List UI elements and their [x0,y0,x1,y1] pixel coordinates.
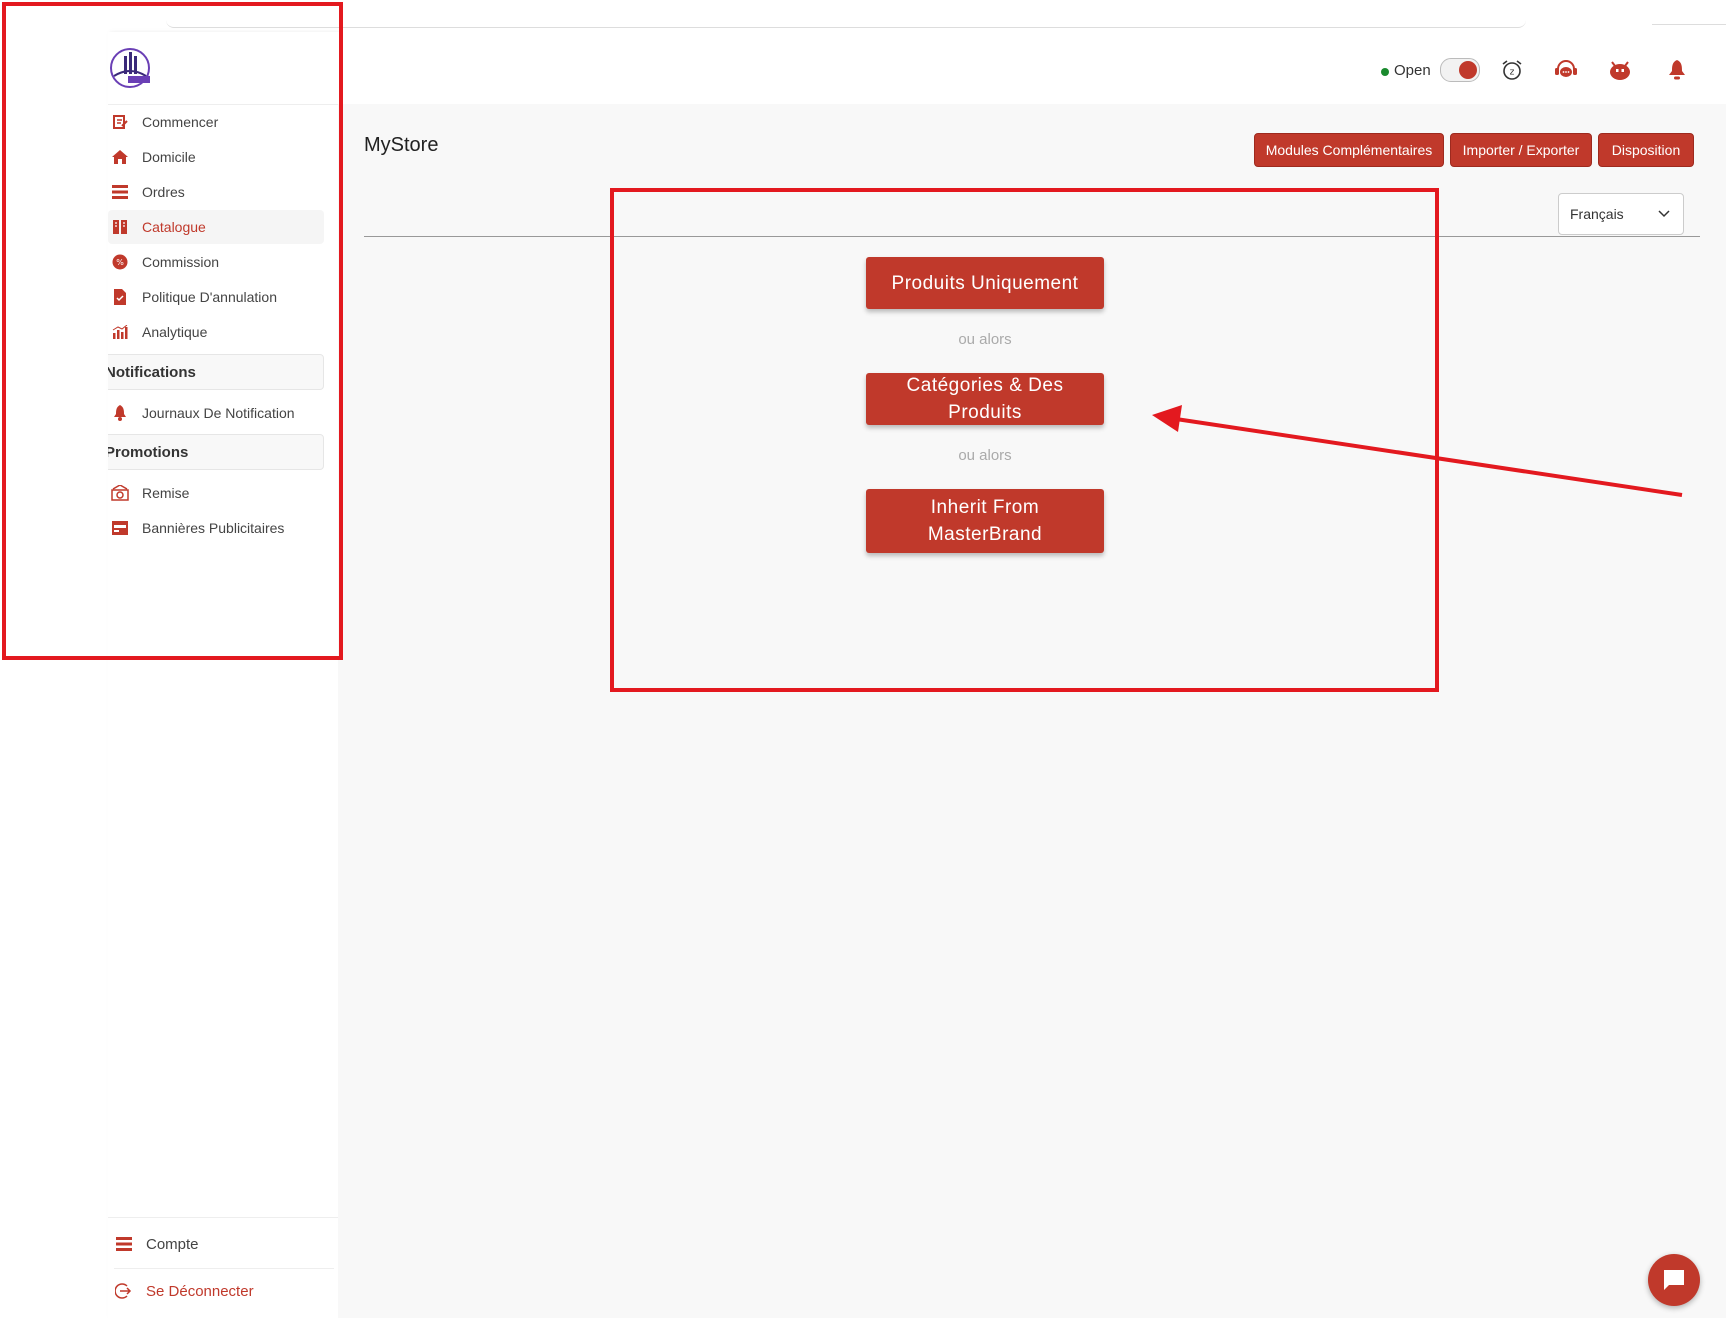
sidebar-item-compte[interactable]: Compte [114,1229,199,1259]
sidebar-bottom-separator [114,1268,334,1269]
language-value: Français [1570,206,1624,222]
bell-icon[interactable] [1663,56,1691,84]
toggle-knob [1459,61,1477,79]
bot-icon[interactable] [1606,56,1634,84]
annotation-box-sidebar [2,2,343,660]
account-label: Compte [146,1235,199,1253]
addons-button[interactable]: Modules Complémentaires [1254,133,1444,167]
page-title: MyStore [364,134,439,156]
top-header: Open z [338,32,1726,105]
svg-text:z: z [1510,68,1515,78]
top-divider [1652,24,1726,25]
status-dot [1381,68,1389,76]
status-label: Open [1394,62,1431,79]
logout-icon [114,1281,134,1301]
list-icon [114,1234,134,1254]
logout-label: Se Déconnecter [146,1282,254,1300]
layout-button[interactable]: Disposition [1598,133,1694,167]
annotation-box-options [610,188,1439,692]
sidebar-bottom-divider [108,1217,338,1218]
chat-bubble-icon [1664,1270,1684,1290]
alarm-clock-icon[interactable]: z [1498,56,1526,84]
import-export-button[interactable]: Importer / Exporter [1450,133,1592,167]
chevron-down-icon [1657,206,1671,223]
logout-button[interactable]: Se Déconnecter [114,1276,254,1306]
support-chat-icon[interactable] [1552,56,1580,84]
chat-button[interactable] [1648,1254,1700,1306]
open-status-toggle[interactable] [1440,58,1480,82]
language-select[interactable]: Français [1558,193,1684,235]
address-bar [166,0,1526,28]
